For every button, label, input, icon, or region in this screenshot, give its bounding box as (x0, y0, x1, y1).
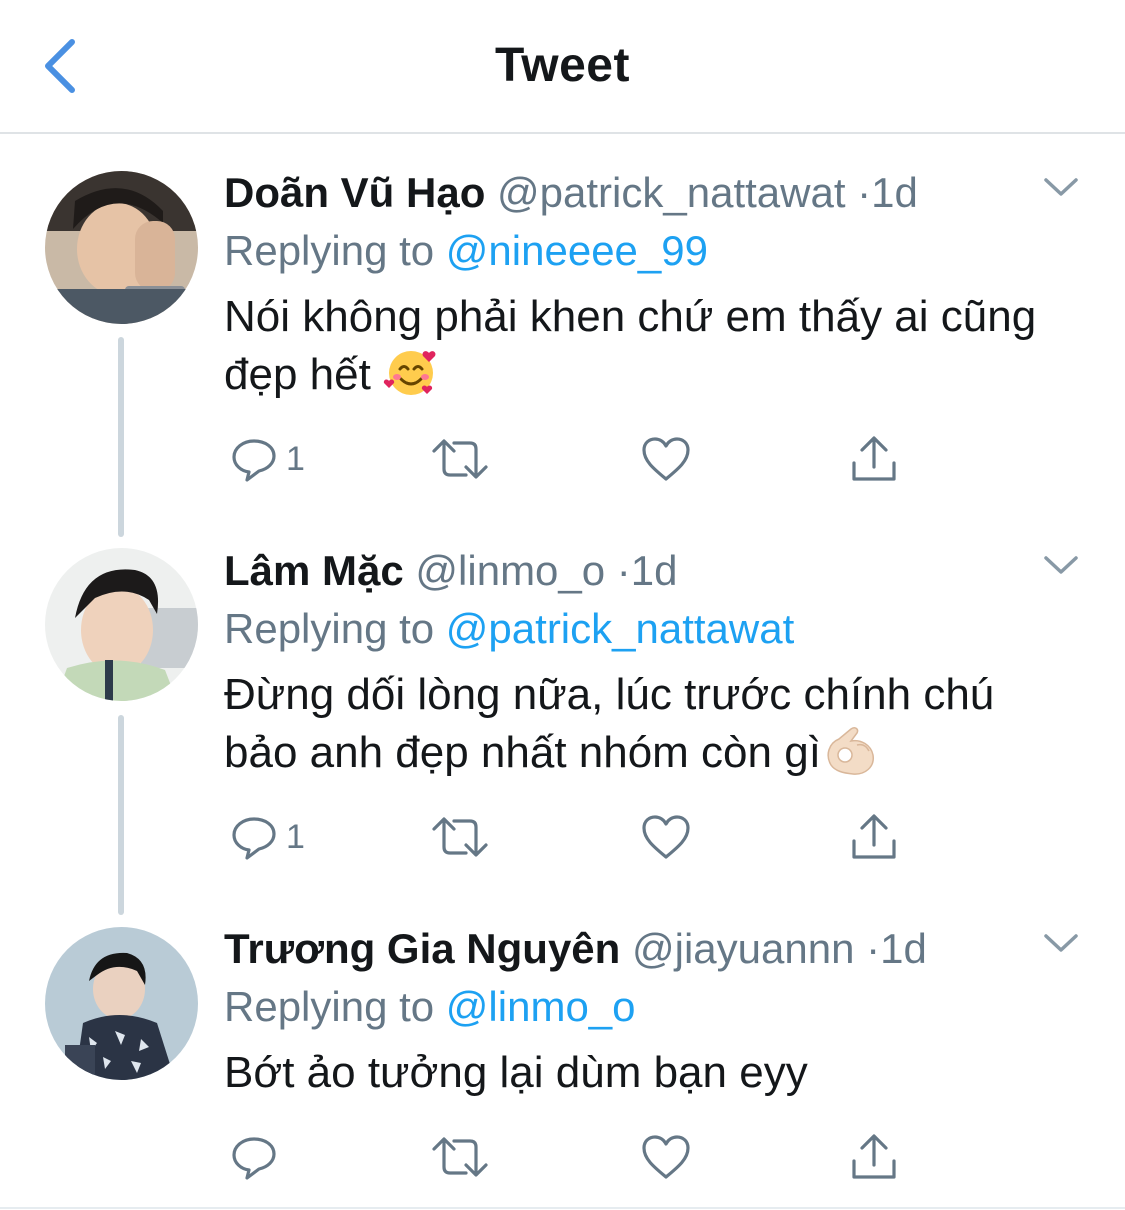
chevron-down-icon (1044, 934, 1078, 952)
reply-mention-link[interactable]: @linmo_o (446, 983, 636, 1030)
retweet-button[interactable] (430, 1129, 490, 1185)
page-title: Tweet (495, 39, 630, 92)
reply-mention-link[interactable]: @nineeee_99 (446, 227, 708, 274)
tweet-text: Nói không phải khen chứ em thấy ai cũng … (224, 288, 1084, 412)
tweet-header: Lâm Mặc @linmo_o ·1d (224, 546, 678, 596)
reply-count: 1 (286, 817, 305, 856)
tweet-header: Trương Gia Nguyên @jiayuannn ·1d (224, 924, 927, 974)
reply-mention-link[interactable]: @patrick_nattawat (446, 605, 794, 652)
replying-to-label: Replying to (224, 605, 435, 652)
tweet[interactable]: Trương Gia Nguyên @jiayuannn ·1d Replyin… (0, 924, 1125, 1204)
retweet-icon (432, 817, 488, 857)
share-icon (852, 814, 896, 859)
retweet-button[interactable] (430, 809, 490, 865)
separator-dot: · (616, 547, 631, 594)
share-icon (852, 1134, 896, 1179)
separator-dot: · (857, 169, 872, 216)
reply-button[interactable]: 1 (230, 809, 305, 865)
chevron-down-icon (1044, 178, 1078, 196)
reply-icon (232, 439, 276, 482)
replying-to-label: Replying to (224, 227, 435, 274)
tweet-text: Bớt ảo tưởng lại dùm bạn eyy (224, 1044, 1084, 1102)
top-nav-bar: Tweet (0, 0, 1125, 134)
heart-icon (642, 815, 690, 859)
share-icon (852, 436, 896, 481)
reply-button[interactable]: 1 (230, 431, 305, 487)
tweet-text-line-container: bảo anh đẹp nhất nhóm còn gì (224, 724, 1084, 790)
tweet-actions (224, 1129, 924, 1185)
replying-to-line: Replying to @nineeee_99 (224, 226, 708, 276)
tweet-text: Đừng dối lòng nữa, lúc trước chính chú b… (224, 666, 1084, 790)
display-name[interactable]: Trương Gia Nguyên (224, 925, 620, 972)
tweet-text-line: đẹp hết (224, 350, 371, 399)
user-handle[interactable]: @patrick_nattawat (497, 169, 845, 216)
like-button[interactable] (640, 809, 692, 865)
tweet-text-line: bảo anh đẹp nhất nhóm còn gì (224, 728, 821, 777)
retweet-icon (432, 1137, 488, 1177)
divider (0, 1207, 1125, 1209)
reply-icon (232, 817, 276, 860)
tweet-text-line: Bớt ảo tưởng lại dùm bạn eyy (224, 1048, 808, 1097)
timestamp[interactable]: 1d (631, 547, 678, 594)
timestamp[interactable]: 1d (880, 925, 927, 972)
user-handle[interactable]: @linmo_o (415, 547, 605, 594)
heart-icon (642, 437, 690, 481)
tweet-text-line-container: đẹp hết (224, 346, 1084, 412)
replying-to-line: Replying to @linmo_o (224, 982, 636, 1032)
heart-icon (642, 1135, 690, 1179)
tweet-menu-button[interactable] (1040, 172, 1082, 202)
share-button[interactable] (848, 809, 900, 865)
tweet-menu-button[interactable] (1040, 928, 1082, 958)
reply-count: 1 (286, 439, 305, 478)
reply-button[interactable] (230, 1129, 286, 1185)
like-button[interactable] (640, 1129, 692, 1185)
like-button[interactable] (640, 431, 692, 487)
tweet-menu-button[interactable] (1040, 550, 1082, 580)
tweet-text-line: Nói không phải khen chứ em thấy ai cũng (224, 292, 1037, 341)
chevron-down-icon (1044, 556, 1078, 574)
tweet[interactable]: Lâm Mặc @linmo_o ·1d Replying to @patric… (0, 546, 1125, 876)
timestamp[interactable]: 1d (871, 169, 918, 216)
retweet-button[interactable] (430, 431, 490, 487)
tweet-actions: 1 (224, 431, 924, 487)
replying-to-label: Replying to (224, 983, 435, 1030)
user-handle[interactable]: @jiayuannn (632, 925, 854, 972)
tweet[interactable]: Doãn Vũ Hạo @patrick_nattawat ·1d Replyi… (0, 168, 1125, 498)
tweet-text-line: Đừng dối lòng nữa, lúc trước chính chú (224, 670, 995, 719)
ok-hand-icon (821, 725, 879, 790)
display-name[interactable]: Doãn Vũ Hạo (224, 169, 485, 216)
display-name[interactable]: Lâm Mặc (224, 547, 404, 594)
separator-dot: · (866, 925, 881, 972)
retweet-icon (432, 439, 488, 479)
tweet-header: Doãn Vũ Hạo @patrick_nattawat ·1d (224, 168, 918, 218)
replying-to-line: Replying to @patrick_nattawat (224, 604, 794, 654)
share-button[interactable] (848, 1129, 900, 1185)
tweet-actions: 1 (224, 809, 924, 865)
reply-icon (232, 1137, 276, 1180)
smiling-face-with-hearts-icon (383, 347, 439, 412)
share-button[interactable] (848, 431, 900, 487)
